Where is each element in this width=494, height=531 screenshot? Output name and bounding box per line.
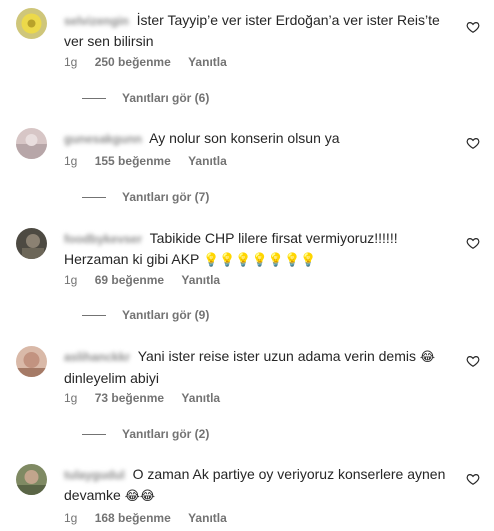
heart-icon[interactable] — [466, 136, 480, 150]
reply-button[interactable]: Yanıtla — [181, 391, 220, 405]
comment-meta: 1g 69 beğenme Yanıtla — [64, 272, 234, 288]
divider-line — [82, 197, 106, 199]
comment-likes[interactable]: 250 beğenme — [95, 55, 171, 69]
comment-text: Yani ister reise ister uzun adama verin … — [137, 348, 416, 364]
comment-username[interactable]: aslihanckkr — [64, 350, 130, 364]
comment-meta: 1g 168 beğenme Yanıtla — [64, 510, 241, 526]
divider-line — [82, 434, 106, 436]
reply-button[interactable]: Yanıtla — [188, 154, 227, 168]
divider-line — [82, 98, 106, 100]
avatar[interactable] — [16, 464, 47, 495]
view-replies[interactable]: Yanıtları gör (6) — [64, 90, 209, 106]
laughing-emoji: 😂😂 — [124, 489, 156, 504]
comment-username[interactable]: gunesakgunn — [64, 132, 142, 146]
comment-likes[interactable]: 73 beğenme — [95, 391, 164, 405]
view-replies-label[interactable]: Yanıtları gör (6) — [122, 91, 209, 105]
view-replies[interactable]: Yanıtları gör (7) — [64, 189, 209, 205]
reply-button[interactable]: Yanıtla — [181, 273, 220, 287]
divider-line — [82, 315, 106, 317]
laughing-emoji: 😂 — [419, 350, 436, 365]
heart-icon[interactable] — [466, 354, 480, 368]
comment-likes[interactable]: 69 beğenme — [95, 273, 164, 287]
comment-time: 1g — [64, 273, 78, 287]
avatar[interactable] — [16, 346, 47, 377]
comment-likes[interactable]: 155 beğenme — [95, 154, 171, 168]
avatar[interactable] — [16, 128, 47, 159]
reply-button[interactable]: Yanıtla — [188, 511, 227, 525]
reply-button[interactable]: Yanıtla — [188, 55, 227, 69]
comment-time: 1g — [64, 391, 78, 405]
comment-time: 1g — [64, 55, 78, 69]
view-replies[interactable]: Yanıtları gör (9) — [64, 307, 209, 323]
comment-text-continued: dinleyelim abiyi — [64, 370, 159, 386]
heart-icon[interactable] — [466, 472, 480, 486]
lightbulb-emoji: 💡💡💡💡💡💡💡 — [203, 253, 317, 268]
comment-username[interactable]: foodbykevser — [64, 232, 142, 246]
comment-meta: 1g 250 beğenme Yanıtla — [64, 54, 241, 70]
view-replies-label[interactable]: Yanıtları gör (9) — [122, 308, 209, 322]
heart-icon[interactable] — [466, 20, 480, 34]
view-replies-label[interactable]: Yanıtları gör (2) — [122, 427, 209, 441]
avatar[interactable] — [16, 8, 47, 39]
comment-text: Ay nolur son konserin olsun ya — [149, 130, 340, 146]
view-replies[interactable]: Yanıtları gör (2) — [64, 426, 209, 442]
comment-username[interactable]: tulaygudul — [64, 468, 125, 482]
avatar[interactable] — [16, 228, 47, 259]
view-replies-label[interactable]: Yanıtları gör (7) — [122, 190, 209, 204]
comment-meta: 1g 155 beğenme Yanıtla — [64, 153, 241, 169]
heart-icon[interactable] — [466, 236, 480, 250]
comment-username[interactable]: selvizengin — [64, 14, 129, 28]
comment-likes[interactable]: 168 beğenme — [95, 511, 171, 525]
comment-time: 1g — [64, 154, 78, 168]
comment-time: 1g — [64, 511, 78, 525]
comment-meta: 1g 73 beğenme Yanıtla — [64, 390, 234, 406]
